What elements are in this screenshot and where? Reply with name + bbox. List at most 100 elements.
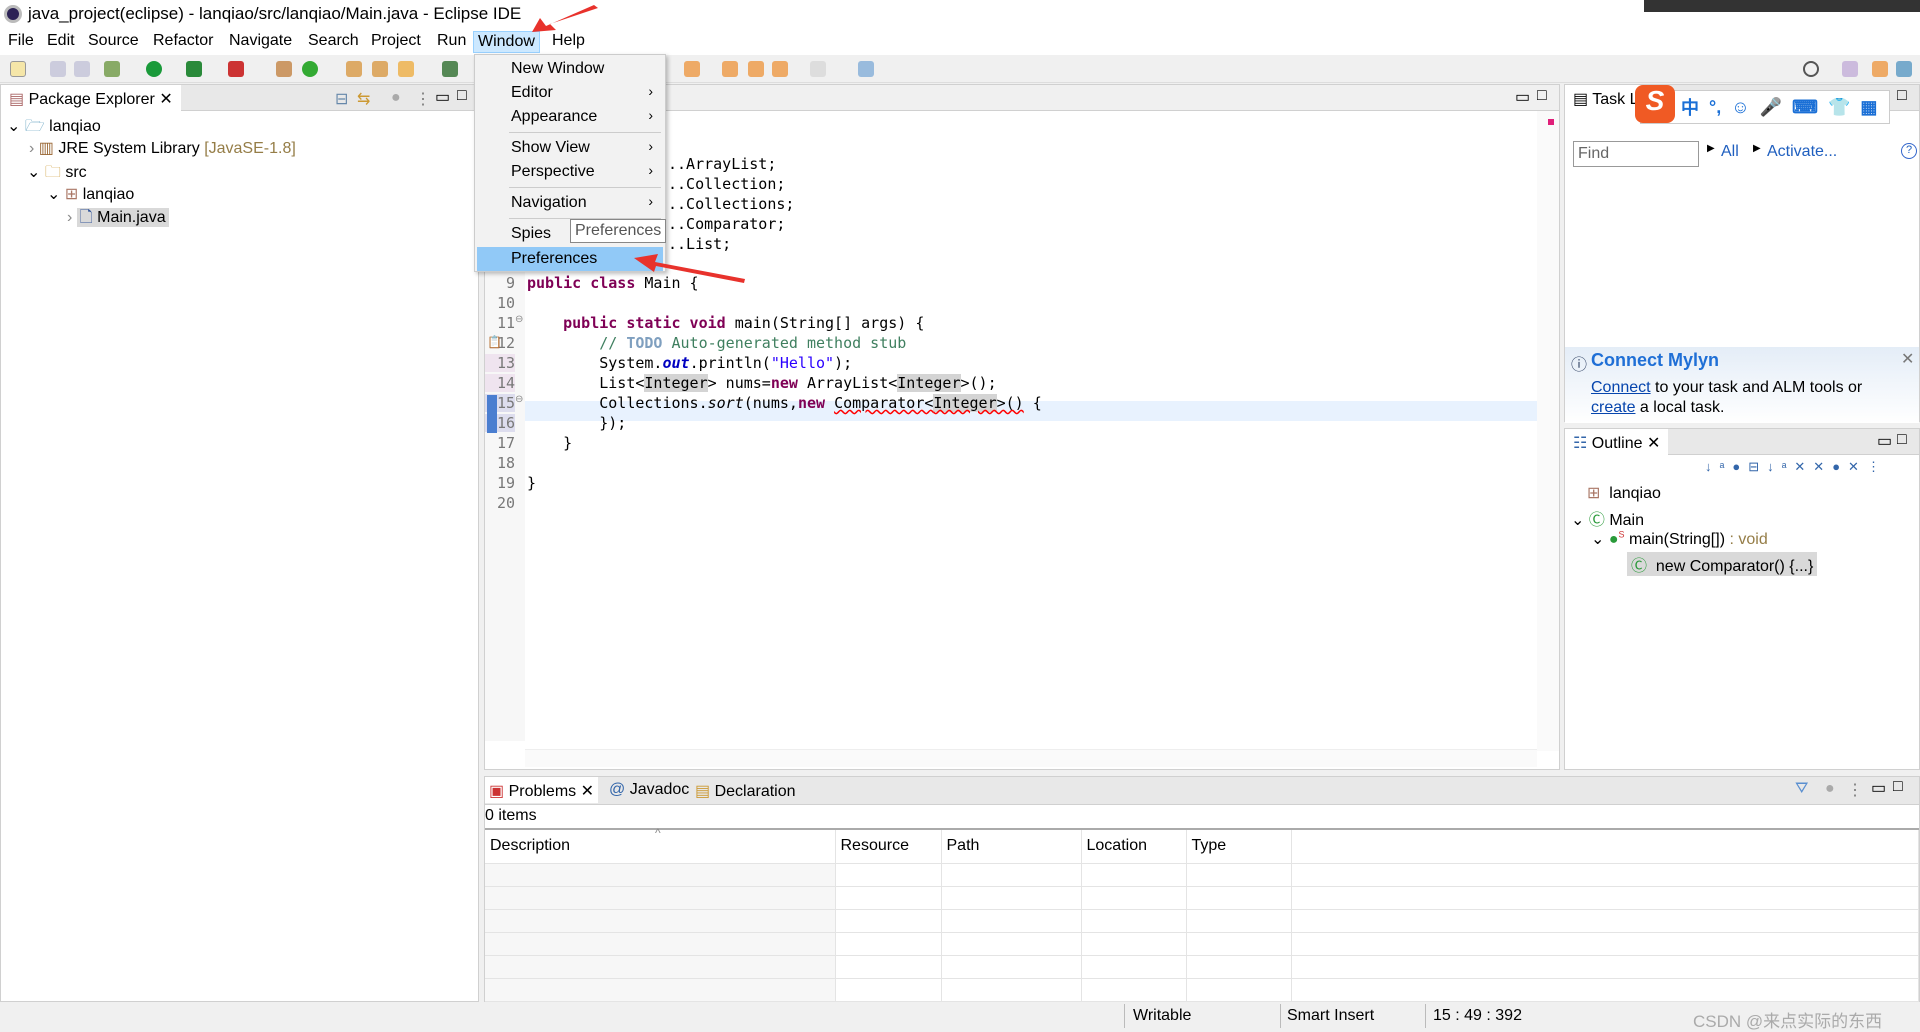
code-line-11[interactable]: public static void main(String[] args) { (527, 314, 924, 332)
ime-toolbar[interactable]: S 中 °, ☺ 🎤 ⌨ 👕 ▦ (1635, 85, 1890, 124)
back-icon[interactable] (772, 61, 788, 77)
annotation-icon[interactable] (442, 61, 458, 77)
window-controls[interactable] (1644, 0, 1920, 12)
run-icon[interactable] (146, 61, 162, 77)
maximize-icon[interactable]: □ (1537, 87, 1547, 105)
error-overview-marker[interactable] (1548, 119, 1554, 125)
help-icon[interactable]: ? (1901, 143, 1917, 159)
code-line-12[interactable]: // TODO Auto-generated method stub (527, 334, 906, 352)
maximize-icon[interactable]: □ (1897, 87, 1907, 105)
emoji-icon[interactable]: ☺ (1731, 97, 1749, 118)
debug-icon[interactable] (104, 61, 120, 77)
search-icon[interactable] (1803, 61, 1819, 77)
menu-edit[interactable]: Edit (43, 31, 79, 51)
code-line-14[interactable]: List<Integer> nums=new ArrayList<Integer… (527, 374, 997, 392)
close-icon[interactable]: ✕ (159, 91, 172, 108)
next-annotation-icon[interactable] (684, 61, 700, 77)
menu-item-preferences[interactable]: Preferences (477, 247, 663, 271)
connect-link[interactable]: Connect (1591, 379, 1651, 396)
horizontal-scrollbar[interactable] (525, 749, 1537, 767)
chinese-mode-icon[interactable]: 中 (1681, 94, 1699, 120)
menu-item-editor[interactable]: Editor › (477, 81, 663, 105)
keyboard-icon[interactable]: ⌨ (1792, 97, 1818, 118)
external-tools-icon[interactable] (228, 61, 244, 77)
task-marker-icon[interactable]: 📋 (487, 335, 502, 349)
close-icon[interactable]: ✕ (1901, 349, 1914, 369)
column-type[interactable]: Type (1186, 829, 1292, 864)
link-editor-icon[interactable]: ⇆ (357, 89, 370, 109)
menu-navigate[interactable]: Navigate (225, 31, 296, 51)
menu-source[interactable]: Source (84, 31, 143, 51)
outline-toolbar[interactable]: ↓ᵃ●⊟↓ᵃ✕✕●✕⋮ (1705, 459, 1915, 481)
view-menu-icon[interactable]: ⋮ (415, 89, 431, 109)
menu-window[interactable]: Window (473, 31, 540, 53)
menu-help[interactable]: Help (548, 31, 589, 51)
collapse-all-icon[interactable]: ⊟ (335, 89, 348, 109)
quick-fix-error-icon[interactable] (487, 395, 497, 433)
minimize-icon[interactable]: ▭ (435, 87, 450, 107)
tab-javadoc[interactable]: @ Javadoc (609, 781, 689, 799)
maximize-icon[interactable]: □ (1897, 431, 1907, 449)
chevron-down-icon[interactable]: ⌄ (27, 164, 40, 181)
menu-item-show-view[interactable]: Show View › (477, 136, 663, 160)
new-package-icon[interactable] (276, 61, 292, 77)
new-icon[interactable] (10, 61, 26, 77)
back-history-icon[interactable] (748, 61, 764, 77)
close-icon[interactable]: ✕ (1647, 435, 1660, 452)
search-icon-tb[interactable] (398, 61, 414, 77)
menu-item-navigation[interactable]: Navigation › (477, 191, 663, 215)
menu-item-perspective[interactable]: Perspective › (477, 160, 663, 184)
menu-run[interactable]: Run (433, 31, 470, 51)
menu-search[interactable]: Search (304, 31, 363, 51)
menu-refactor[interactable]: Refactor (149, 31, 217, 51)
tab-declaration[interactable]: ▤ Declaration (695, 781, 796, 801)
chevron-down-icon[interactable]: ⌄ (1571, 512, 1584, 529)
create-link[interactable]: create (1591, 399, 1635, 416)
chevron-down-icon[interactable]: ⌄ (7, 118, 20, 135)
code-line-16[interactable]: }); (527, 414, 626, 432)
punctuation-icon[interactable]: °, (1709, 97, 1721, 118)
code-line-13[interactable]: System.out.println("Hello"); (527, 354, 852, 372)
minimize-icon[interactable]: ▭ (1877, 431, 1892, 451)
maximize-icon[interactable]: □ (457, 87, 467, 105)
filters-icon[interactable]: ● (391, 89, 401, 107)
import-line[interactable]: ..ArrayList; (668, 155, 776, 173)
outline-item-anonymous[interactable]: Ⓒ new Comparator() {...} (1627, 552, 1818, 576)
tree-item-jre[interactable]: › ▥ JRE System Library [JavaSE-1.8] (29, 138, 296, 158)
outline-item-method[interactable]: ⌄ ●S main(String[]) : void (1591, 529, 1768, 549)
microphone-icon[interactable]: 🎤 (1760, 97, 1782, 118)
save-icon[interactable] (50, 61, 66, 77)
last-edit-icon[interactable] (722, 61, 738, 77)
import-line[interactable]: ..Collections; (668, 195, 794, 213)
tab-outline[interactable]: ☷ Outline ✕ (1565, 429, 1669, 455)
menu-item-new-window[interactable]: New Window (477, 57, 663, 81)
chevron-right-icon[interactable]: › (67, 209, 72, 226)
minimize-icon[interactable]: ▭ (1871, 778, 1886, 798)
tab-package-explorer[interactable]: ▤ Package Explorer ✕ (1, 85, 181, 111)
column-resource[interactable]: Resource (835, 829, 942, 864)
close-icon[interactable]: ✕ (581, 783, 594, 800)
open-perspective-icon[interactable] (1842, 61, 1858, 77)
column-path[interactable]: Path (941, 829, 1082, 864)
minimize-icon[interactable]: ▭ (1515, 87, 1530, 107)
save-all-icon[interactable] (74, 61, 90, 77)
coverage-icon[interactable] (186, 61, 202, 77)
tree-item-main-java[interactable]: › 🗋 Main.java (67, 206, 169, 233)
outline-item-class[interactable]: ⌄ Ⓒ Main (1571, 506, 1644, 530)
all-link[interactable]: All (1721, 143, 1739, 161)
find-input[interactable]: Find (1573, 141, 1699, 167)
outline-item-package[interactable]: ⊞ lanqiao (1587, 483, 1661, 503)
chevron-down-icon[interactable]: ⌄ (1591, 531, 1604, 548)
chevron-right-icon[interactable]: › (29, 140, 34, 157)
maximize-icon[interactable]: □ (1893, 778, 1903, 796)
menu-project[interactable]: Project (367, 31, 425, 51)
code-line-15[interactable]: Collections.sort(nums,new Comparator<Int… (527, 394, 1042, 412)
open-task-icon[interactable] (372, 61, 388, 77)
import-line[interactable]: ..List; (668, 235, 731, 253)
skin-icon[interactable]: 👕 (1828, 97, 1850, 118)
code-line-9[interactable]: public class Main { (527, 274, 699, 292)
import-line[interactable]: ..Comparator; (668, 215, 785, 233)
code-line-19[interactable]: } (527, 474, 536, 492)
java-ee-perspective-icon[interactable] (1872, 61, 1888, 77)
fold-icon[interactable]: ⊖ (515, 394, 523, 405)
